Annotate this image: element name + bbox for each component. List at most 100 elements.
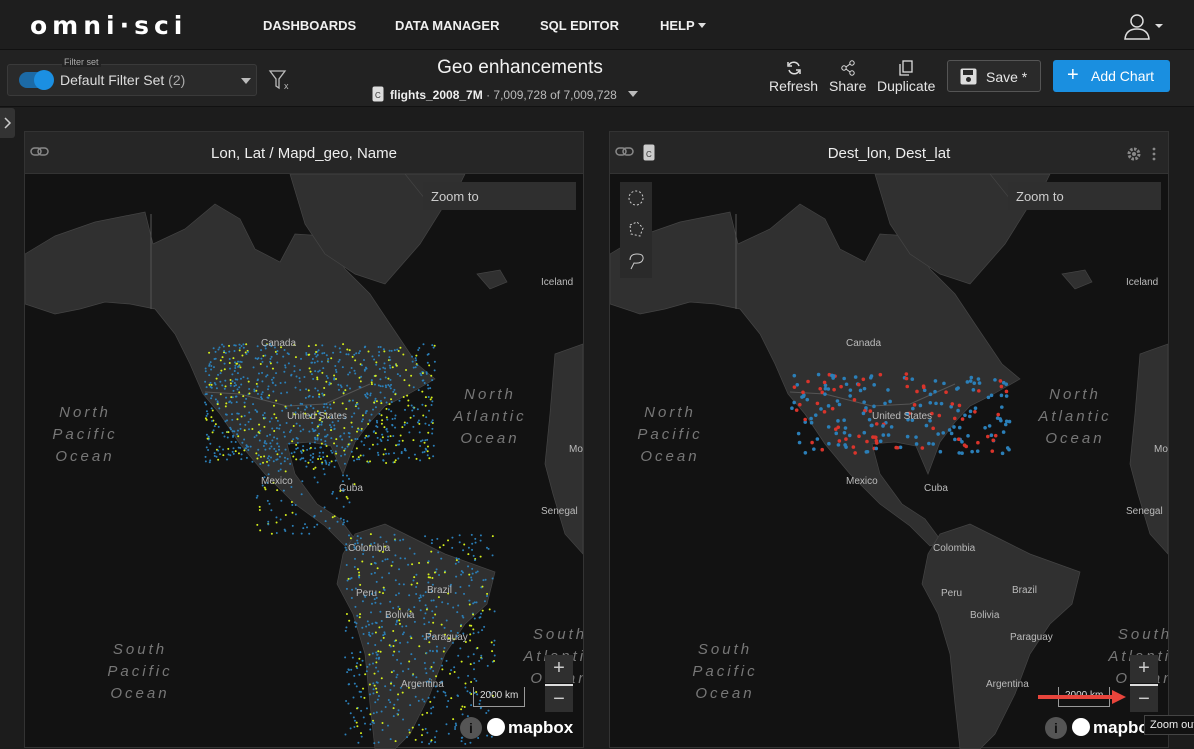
data-point: [430, 542, 433, 545]
data-point: [431, 539, 434, 542]
data-point: [331, 490, 334, 493]
polygon-select-icon[interactable]: [629, 221, 644, 237]
data-point: [1007, 447, 1011, 452]
data-point: [374, 644, 377, 647]
data-point: [219, 359, 222, 362]
data-point: [416, 408, 419, 411]
data-point: [493, 639, 496, 642]
data-point: [274, 384, 277, 387]
data-point: [480, 654, 483, 657]
data-point: [343, 426, 346, 429]
data-point: [236, 433, 239, 436]
data-point: [341, 366, 344, 369]
zoom-to-input[interactable]: Zoom to: [423, 182, 576, 210]
data-point: [286, 457, 289, 460]
data-point: [414, 695, 417, 698]
data-point: [426, 450, 429, 453]
data-point: [386, 439, 389, 442]
data-point: [360, 420, 363, 423]
data-point: [256, 345, 259, 348]
filter-set-toggle[interactable]: [19, 70, 54, 90]
share-button[interactable]: Share: [829, 60, 866, 94]
country-label: Canada: [846, 338, 882, 349]
data-point: [236, 418, 239, 421]
data-point: [347, 702, 350, 705]
more-vertical-icon[interactable]: [1151, 146, 1157, 162]
data-point: [356, 539, 359, 542]
data-point: [491, 650, 494, 653]
data-point: [376, 436, 379, 439]
data-point: [343, 449, 346, 452]
data-point: [234, 367, 237, 370]
data-point: [233, 344, 236, 347]
circle-select-icon[interactable]: [628, 190, 644, 206]
zoom-out-button[interactable]: −: [1130, 684, 1158, 712]
data-point: [211, 419, 214, 422]
data-point: [205, 418, 208, 421]
refresh-label: Refresh: [769, 78, 819, 94]
data-point: [365, 707, 368, 710]
data-point: [305, 465, 308, 468]
map[interactable]: Zoom to Canada United States Mexico Cuba Colo…: [25, 174, 583, 749]
lasso-select-icon[interactable]: [629, 253, 644, 270]
data-point: [425, 448, 428, 451]
data-point: [431, 427, 434, 430]
data-point: [366, 620, 369, 623]
data-point: [284, 364, 287, 367]
data-point: [314, 466, 317, 469]
refresh-button[interactable]: Refresh: [769, 60, 818, 94]
save-button[interactable]: Save *: [947, 60, 1041, 92]
info-icon[interactable]: i: [460, 717, 482, 739]
share-icon: [840, 60, 855, 76]
data-point: [234, 450, 237, 453]
data-point: [421, 713, 424, 716]
gear-icon[interactable]: [1126, 146, 1142, 162]
data-point: [396, 348, 399, 351]
dashboard-title[interactable]: Geo enhancements: [370, 57, 670, 79]
nav-help[interactable]: HELP: [660, 18, 707, 33]
nav-dashboards[interactable]: DASHBOARDS: [263, 18, 356, 33]
data-point: [290, 374, 293, 377]
data-point: [233, 370, 236, 373]
data-point: [381, 560, 384, 563]
data-point: [208, 461, 211, 464]
data-point: [345, 353, 348, 356]
zoom-in-button[interactable]: +: [1130, 655, 1158, 683]
data-point: [361, 600, 364, 603]
zoom-out-button[interactable]: −: [545, 684, 573, 712]
data-source[interactable]: Cflights_2008_7M · 7,009,728 of 7,009,72…: [372, 86, 639, 102]
info-icon[interactable]: i: [1045, 717, 1067, 739]
data-point: [316, 360, 319, 363]
data-point: [390, 671, 393, 674]
clear-filters-icon[interactable]: x: [268, 68, 292, 92]
nav-sql-editor[interactable]: SQL EDITOR: [540, 18, 619, 33]
data-point: [354, 372, 357, 375]
data-point: [430, 374, 433, 377]
data-point: [345, 613, 348, 616]
data-point: [240, 383, 243, 386]
duplicate-button[interactable]: Duplicate: [877, 60, 935, 94]
data-point: [442, 650, 445, 653]
data-point: [370, 413, 373, 416]
nav-data-manager[interactable]: DATA MANAGER: [395, 18, 499, 33]
zoom-to-input[interactable]: Zoom to: [1008, 182, 1161, 210]
landmass: [476, 269, 508, 290]
filter-set-select[interactable]: Default Filter Set (2): [7, 64, 257, 96]
data-point: [229, 384, 232, 387]
map[interactable]: Zoom to Canada United States Mexico Cuba Colo…: [610, 174, 1168, 749]
data-point: [409, 416, 412, 419]
zoom-in-button[interactable]: +: [545, 655, 573, 683]
data-point: [291, 503, 294, 506]
data-point: [233, 385, 236, 388]
data-point: [394, 554, 397, 557]
data-point: [968, 409, 973, 414]
svg-text:x: x: [284, 81, 289, 91]
data-point: [379, 385, 382, 388]
data-point: [291, 524, 294, 527]
data-point: [355, 685, 358, 688]
data-point: [373, 561, 376, 564]
sidebar-toggle[interactable]: [0, 108, 15, 138]
data-point: [271, 439, 274, 442]
add-chart-button[interactable]: + Add Chart: [1053, 60, 1170, 92]
user-menu[interactable]: [1124, 12, 1164, 40]
